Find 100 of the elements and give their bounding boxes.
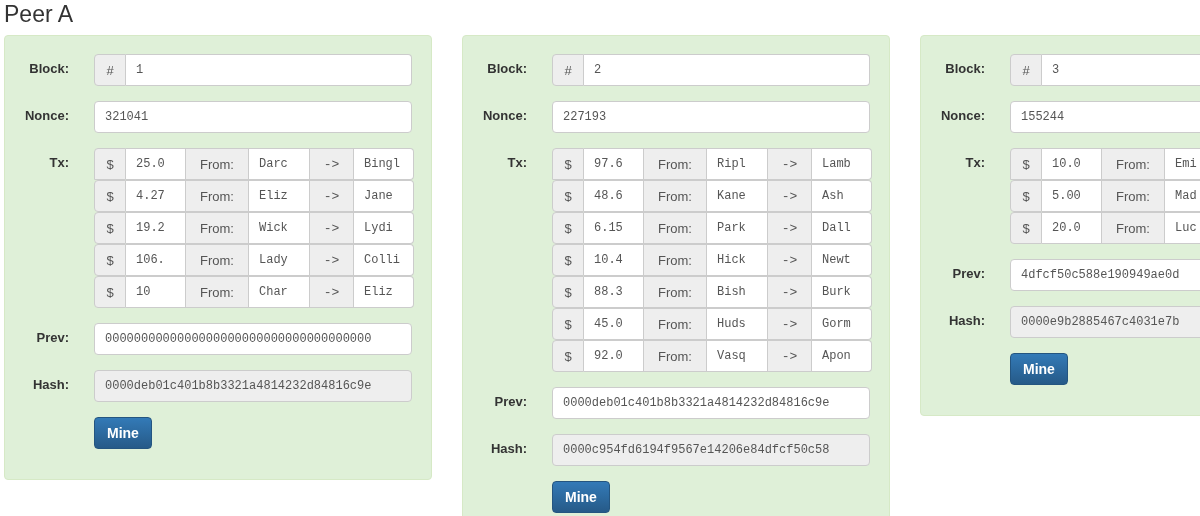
sender-field[interactable]: Kane [707,180,768,212]
recipient-field[interactable]: Lydi [354,212,414,244]
recipient-field[interactable]: Newt [812,244,872,276]
amount-field[interactable]: 88.3 [584,276,644,308]
amount-field[interactable]: 106. [126,244,186,276]
arrow-addon: -> [768,244,812,276]
arrow-addon: -> [310,276,354,308]
currency-addon: $ [1010,148,1042,180]
sender-field[interactable]: Bish [707,276,768,308]
from-addon: From: [644,244,707,276]
amount-field[interactable]: 10.4 [584,244,644,276]
block-number-field[interactable]: 1 [126,54,412,86]
recipient-field[interactable]: Ash [812,180,872,212]
amount-field[interactable]: 6.15 [584,212,644,244]
recipient-field[interactable]: Burk [812,276,872,308]
sender-field[interactable]: Huds [707,308,768,340]
currency-addon: $ [552,212,584,244]
arrow-addon: -> [310,212,354,244]
currency-addon: $ [552,340,584,372]
amount-field[interactable]: 19.2 [126,212,186,244]
field-label: Nonce: [23,107,69,123]
block-number-field[interactable]: 2 [584,54,870,86]
sender-field[interactable]: Hick [707,244,768,276]
currency-addon: $ [552,244,584,276]
amount-field[interactable]: 25.0 [126,148,186,180]
mine-button[interactable]: Mine [1010,353,1068,385]
hash-field[interactable]: 0000e9b2885467c4031e7b [1010,306,1200,338]
amount-field[interactable]: 45.0 [584,308,644,340]
previous-hash-field[interactable]: 4dfcf50c588e190949ae0d [1010,259,1200,291]
sender-field[interactable]: Vasq [707,340,768,372]
sender-field[interactable]: Lady [249,244,310,276]
currency-addon: $ [1010,212,1042,244]
field-label: Hash: [31,376,69,392]
previous-hash-field[interactable]: 0000000000000000000000000000000000000 [94,323,412,355]
from-addon: From: [644,308,707,340]
field-label: Block: [944,60,985,76]
field-label: Block: [486,60,527,76]
from-addon: From: [186,212,249,244]
sender-field[interactable]: Emi [1165,148,1200,180]
from-addon: From: [644,276,707,308]
from-addon: From: [186,148,249,180]
mine-button[interactable]: Mine [552,481,610,513]
arrow-addon: -> [768,340,812,372]
arrow-addon: -> [768,212,812,244]
field-label: Tx: [964,154,985,170]
field-label: Prev: [493,393,527,409]
field-label: Tx: [48,154,69,170]
arrow-addon: -> [768,276,812,308]
nonce-field[interactable]: 321041 [94,101,412,133]
amount-field[interactable]: 48.6 [584,180,644,212]
recipient-field[interactable]: Dall [812,212,872,244]
currency-addon: $ [552,276,584,308]
currency-addon: $ [94,244,126,276]
field-label: Prev: [35,329,69,345]
field-label: Nonce: [481,107,527,123]
from-addon: From: [1102,212,1165,244]
amount-field[interactable]: 10 [126,276,186,308]
hash-field[interactable]: 0000c954fd6194f9567e14206e84dfcf50c58 [552,434,870,466]
sender-field[interactable]: Ripl [707,148,768,180]
sender-field[interactable]: Eliz [249,180,310,212]
field-label: Nonce: [939,107,985,123]
arrow-addon: -> [768,180,812,212]
amount-field[interactable]: 20.0 [1042,212,1102,244]
amount-field[interactable]: 10.0 [1042,148,1102,180]
amount-field[interactable]: 97.6 [584,148,644,180]
nonce-field[interactable]: 155244 [1010,101,1200,133]
sender-field[interactable]: Mad [1165,180,1200,212]
recipient-field[interactable]: Apon [812,340,872,372]
sender-field[interactable]: Char [249,276,310,308]
currency-addon: $ [552,180,584,212]
amount-field[interactable]: 92.0 [584,340,644,372]
field-label: Hash: [489,440,527,456]
currency-addon: $ [94,180,126,212]
recipient-field[interactable]: Jane [354,180,414,212]
block-number-field[interactable]: 3 [1042,54,1200,86]
peer-title: Peer A [3,0,75,28]
nonce-field[interactable]: 227193 [552,101,870,133]
amount-field[interactable]: 4.27 [126,180,186,212]
recipient-field[interactable]: Bingl [354,148,414,180]
arrow-addon: -> [310,244,354,276]
hash-field[interactable]: 0000deb01c401b8b3321a4814232d84816c9e [94,370,412,402]
sender-field[interactable]: Luc [1165,212,1200,244]
previous-hash-field[interactable]: 0000deb01c401b8b3321a4814232d84816c9e [552,387,870,419]
amount-field[interactable]: 5.00 [1042,180,1102,212]
field-label: Hash: [947,312,985,328]
field-label: Block: [28,60,69,76]
arrow-addon: -> [310,148,354,180]
field-label: Prev: [951,265,985,281]
currency-addon: $ [552,308,584,340]
sender-field[interactable]: Park [707,212,768,244]
arrow-addon: -> [768,148,812,180]
recipient-field[interactable]: Lamb [812,148,872,180]
sender-field[interactable]: Wick [249,212,310,244]
recipient-field[interactable]: Eliz [354,276,414,308]
mine-button[interactable]: Mine [94,417,152,449]
arrow-addon: -> [310,180,354,212]
currency-addon: $ [94,148,126,180]
recipient-field[interactable]: Colli [354,244,414,276]
recipient-field[interactable]: Gorm [812,308,872,340]
sender-field[interactable]: Darc [249,148,310,180]
